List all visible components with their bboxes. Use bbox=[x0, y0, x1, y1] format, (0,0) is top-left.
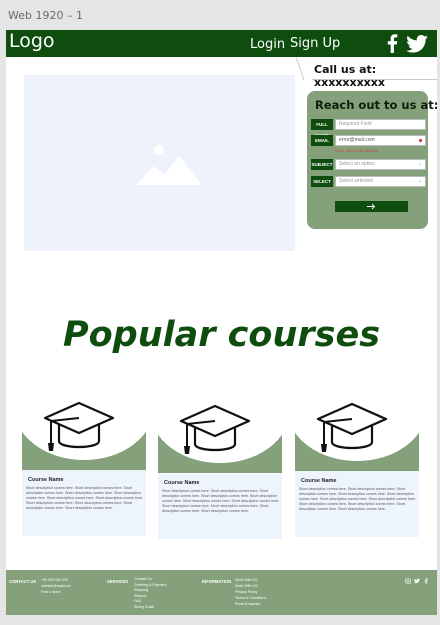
call-us-text: Call us at: xxxxxxxxxx bbox=[314, 63, 385, 89]
subject-label: SUBJECT bbox=[311, 159, 333, 170]
course-description: Short description comes here. Short desc… bbox=[26, 486, 144, 510]
email-input[interactable]: error@mail.com bbox=[335, 135, 426, 146]
hero-image bbox=[24, 75, 295, 251]
footer-link[interactable]: Press Enquiries bbox=[235, 601, 266, 607]
footer-contact-label: CONTACT US bbox=[9, 579, 37, 584]
error-icon bbox=[419, 139, 422, 142]
email-error: Not a valid email address bbox=[335, 149, 378, 153]
subject-select[interactable]: Select an option ⌄ bbox=[335, 159, 426, 170]
contact-form: Reach out to us at: FULL NAME Required F… bbox=[307, 91, 437, 229]
submit-button[interactable] bbox=[335, 201, 408, 212]
footer: CONTACT US +90 500 000 000 website@mail.… bbox=[6, 570, 437, 615]
graduation-cap-icon bbox=[316, 402, 388, 452]
subject-placeholder: Select an option bbox=[339, 161, 375, 167]
course-name: Course Name bbox=[164, 480, 200, 486]
select-row: SELECT Select selected ⌄ bbox=[311, 176, 426, 187]
email-label: EMAIL bbox=[311, 135, 333, 146]
course-name: Course Name bbox=[28, 477, 64, 483]
footer-find-store[interactable]: Find a Store bbox=[41, 589, 71, 595]
footer-info-list: Work With US Work With US Privacy Policy… bbox=[235, 577, 266, 607]
course-card[interactable]: Course Name Short description comes here… bbox=[22, 394, 146, 536]
footer-services-list: Contact Us Ordering & Payment Shipping R… bbox=[134, 577, 167, 610]
logo[interactable]: Logo bbox=[9, 30, 55, 52]
chevron-down-icon: ⌄ bbox=[417, 161, 422, 167]
fullname-label: FULL NAME bbox=[311, 119, 333, 138]
twitter-icon[interactable] bbox=[414, 578, 420, 584]
page: Logo Login Sign Up Call us at: xxxxxxxxx… bbox=[6, 30, 437, 615]
contact-title: Reach out to us at: bbox=[315, 98, 437, 112]
arrow-right-icon bbox=[367, 203, 376, 210]
footer-info-label: INFORMATION bbox=[202, 579, 232, 584]
email-value: error@mail.com bbox=[339, 137, 375, 143]
popular-courses-heading: Popular courses bbox=[62, 315, 381, 355]
footer-contact-list: +90 500 000 000 website@mail.com Find a … bbox=[41, 577, 71, 595]
footer-link[interactable]: Sizing Guide bbox=[134, 605, 167, 611]
course-description: Short description comes here. Short desc… bbox=[299, 487, 417, 511]
select-label: SELECT bbox=[311, 176, 333, 187]
course-header bbox=[158, 397, 282, 473]
chevron-down-icon: ⌄ bbox=[417, 178, 422, 184]
signup-link[interactable]: Sign Up bbox=[290, 36, 340, 51]
course-header bbox=[22, 394, 146, 470]
instagram-icon[interactable] bbox=[405, 578, 411, 584]
facebook-icon[interactable] bbox=[423, 578, 429, 584]
frame-title: Web 1920 – 1 bbox=[8, 9, 83, 22]
course-name: Course Name bbox=[301, 478, 337, 484]
twitter-icon[interactable] bbox=[406, 35, 428, 53]
graduation-cap-icon bbox=[43, 401, 115, 451]
course-card[interactable]: Course Name Short description comes here… bbox=[158, 397, 282, 539]
course-card[interactable]: Course Name Short description comes here… bbox=[295, 395, 419, 537]
select-placeholder: Select selected bbox=[339, 178, 373, 184]
graduation-cap-icon bbox=[179, 404, 251, 454]
course-header bbox=[295, 395, 419, 471]
fullname-row: FULL NAME Required Field bbox=[311, 119, 426, 138]
email-row: EMAIL error@mail.com bbox=[311, 135, 426, 146]
login-link[interactable]: Login bbox=[250, 37, 285, 52]
course-description: Short description comes here. Short desc… bbox=[162, 489, 280, 513]
image-placeholder-icon bbox=[136, 145, 202, 185]
subject-row: SUBJECT Select an option ⌄ bbox=[311, 159, 426, 170]
select-dropdown[interactable]: Select selected ⌄ bbox=[335, 176, 426, 187]
top-navbar: Logo Login Sign Up bbox=[6, 30, 437, 57]
footer-services-label: SERVICES bbox=[107, 579, 129, 584]
fullname-input[interactable]: Required Field bbox=[335, 119, 426, 130]
facebook-icon[interactable] bbox=[386, 34, 398, 53]
